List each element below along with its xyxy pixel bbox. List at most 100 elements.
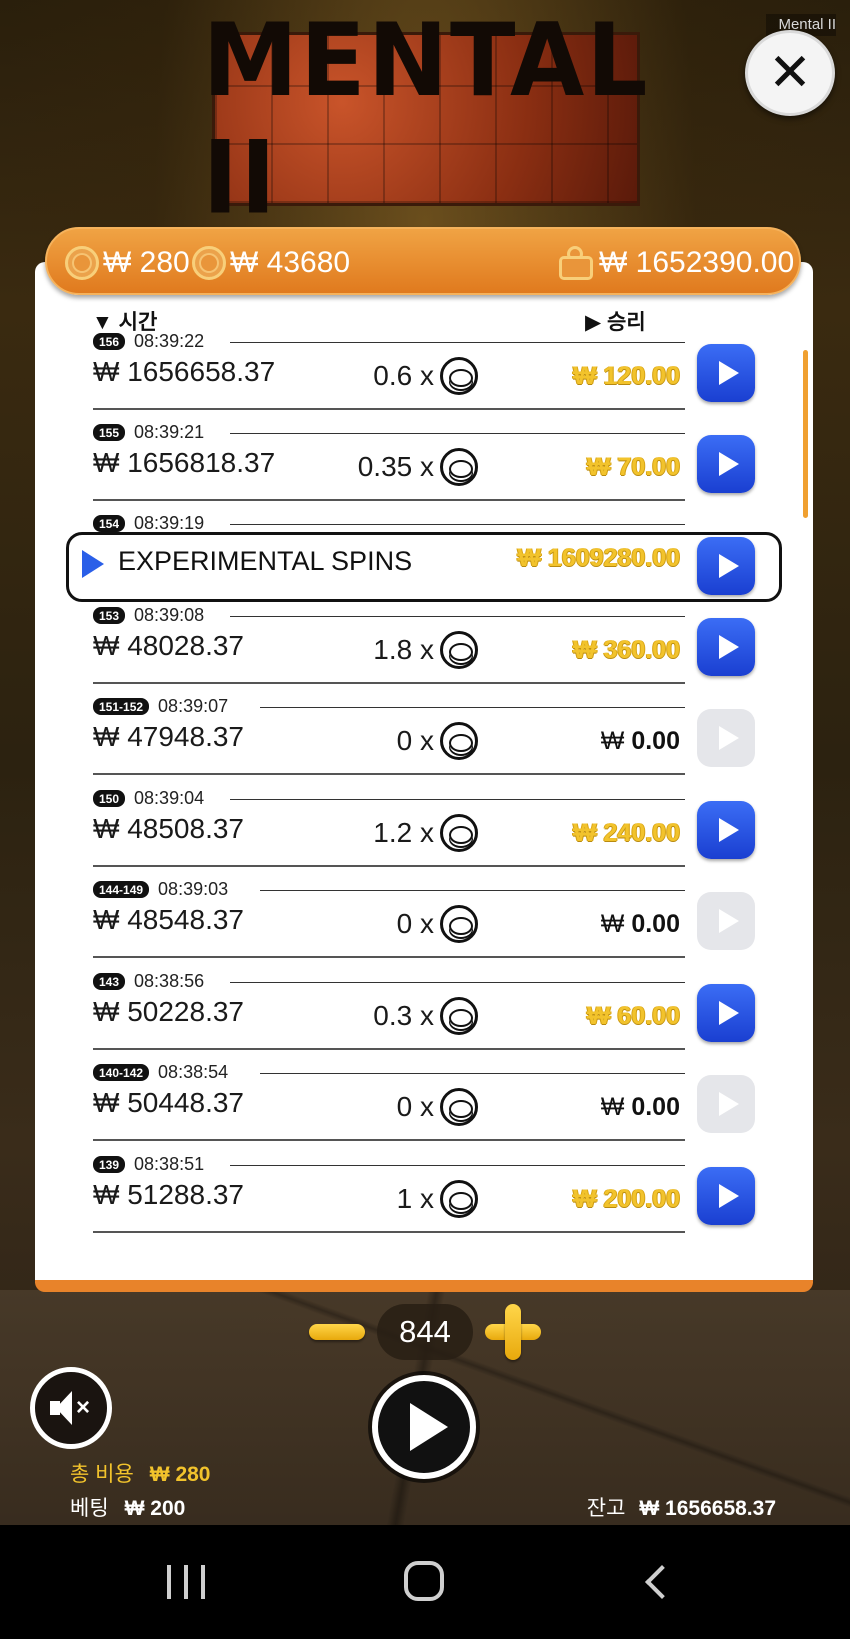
timestamp: 08:39:22 bbox=[134, 330, 205, 351]
row-win: ₩ 240.00 bbox=[572, 819, 680, 847]
play-icon bbox=[718, 554, 739, 578]
multiplier-value: 0.35 x bbox=[357, 451, 434, 482]
divider bbox=[93, 1139, 685, 1141]
row-multiplier: 0.6 x bbox=[300, 356, 478, 396]
back-icon[interactable] bbox=[645, 1565, 679, 1599]
round-meta: 153 08:39:08 bbox=[93, 604, 204, 626]
balance-label: 잔고 bbox=[586, 1497, 626, 1520]
play-icon bbox=[718, 818, 739, 842]
round-meta: 139 08:38:51 bbox=[93, 1153, 204, 1175]
divider bbox=[93, 1048, 685, 1050]
round-badge: 143 bbox=[93, 972, 126, 990]
divider bbox=[260, 707, 685, 708]
history-row: 140-142 08:38:54 ₩ 50448.37 0 x ₩ 0.00 bbox=[0, 1061, 850, 1157]
row-multiplier: 0 x bbox=[300, 721, 478, 761]
row-balance: ₩ 48548.37 bbox=[93, 904, 244, 935]
home-icon[interactable] bbox=[404, 1561, 444, 1601]
row-multiplier: 0.35 x bbox=[300, 447, 478, 487]
coin-value: ₩ 43680 bbox=[230, 246, 351, 280]
history-row: 153 08:39:08 ₩ 48028.37 1.8 x ₩ 360.00 bbox=[0, 604, 850, 700]
coin-icon bbox=[192, 246, 226, 281]
replay-button[interactable] bbox=[697, 801, 755, 859]
row-win: ₩ 70.00 bbox=[586, 453, 680, 481]
row-win: ₩ 0.00 bbox=[460, 1087, 680, 1127]
win-currency: ₩ bbox=[600, 1093, 625, 1121]
divider bbox=[93, 682, 685, 684]
round-meta: 143 08:38:56 bbox=[93, 970, 204, 992]
replay-button[interactable] bbox=[697, 984, 755, 1042]
round-meta: 154 08:39:19 bbox=[93, 512, 204, 534]
speaker-mute-icon: × bbox=[48, 1391, 94, 1425]
replay-button[interactable] bbox=[697, 618, 755, 676]
round-meta: 150 08:39:04 bbox=[93, 787, 204, 809]
replay-button[interactable] bbox=[697, 537, 755, 595]
play-icon bbox=[410, 1403, 448, 1451]
close-icon: ✕ bbox=[768, 44, 812, 102]
coin-icon bbox=[65, 246, 99, 281]
multiplier-value: 0 x bbox=[396, 725, 434, 756]
row-multiplier: 1 x bbox=[300, 1179, 478, 1219]
round-badge: 154 bbox=[93, 514, 126, 532]
spin-count-stepper: 844 bbox=[305, 1300, 545, 1364]
multiplier-value: 0 x bbox=[396, 1091, 434, 1122]
experimental-spins-label: EXPERIMENTAL SPINS bbox=[118, 546, 413, 576]
divider bbox=[93, 499, 685, 501]
bet-value: ₩ 200 bbox=[124, 1497, 186, 1520]
multiplier-value: 1.8 x bbox=[373, 634, 434, 665]
spin-button[interactable] bbox=[372, 1375, 476, 1479]
replay-button bbox=[697, 892, 755, 950]
timestamp: 08:39:03 bbox=[158, 878, 229, 899]
replay-button bbox=[697, 1075, 755, 1133]
round-meta: 144-149 08:39:03 bbox=[93, 878, 228, 900]
timestamp: 08:38:56 bbox=[134, 970, 205, 991]
multiplier-value: 0 x bbox=[396, 908, 434, 939]
play-icon bbox=[718, 452, 739, 476]
row-win: ₩ 0.00 bbox=[460, 904, 680, 944]
bet-label: 베팅 bbox=[70, 1497, 109, 1520]
row-balance: ₩ 51288.37 bbox=[93, 1179, 244, 1210]
play-icon bbox=[718, 1001, 739, 1025]
row-multiplier: 1.2 x bbox=[300, 813, 478, 853]
replay-button[interactable] bbox=[697, 435, 755, 493]
divider bbox=[230, 1165, 685, 1166]
round-badge: 156 bbox=[93, 332, 126, 350]
close-button[interactable]: ✕ bbox=[745, 30, 835, 116]
round-badge: 140-142 bbox=[93, 1063, 150, 1081]
plus-icon[interactable] bbox=[505, 1304, 521, 1360]
timestamp: 08:39:21 bbox=[134, 421, 205, 442]
history-row: 139 08:38:51 ₩ 51288.37 1 x ₩ 200.00 bbox=[0, 1153, 850, 1249]
play-icon bbox=[82, 550, 104, 578]
divider bbox=[230, 616, 685, 617]
history-row: 143 08:38:56 ₩ 50228.37 0.3 x ₩ 60.00 bbox=[0, 970, 850, 1066]
divider bbox=[230, 342, 685, 343]
row-multiplier: 0.3 x bbox=[300, 996, 478, 1036]
win-currency: ₩ bbox=[600, 727, 625, 755]
row-balance: ₩ 48508.37 bbox=[93, 813, 244, 844]
row-win: ₩ 1609280.00 bbox=[517, 544, 680, 572]
mute-button[interactable]: × bbox=[30, 1367, 112, 1449]
timestamp: 08:38:51 bbox=[134, 1153, 205, 1174]
row-balance: ₩ 50228.37 bbox=[93, 996, 244, 1027]
round-meta: 156 08:39:22 bbox=[93, 330, 204, 352]
wallet-balance: ₩ 1652390.00 bbox=[599, 246, 795, 280]
logo-text: MENTAL II bbox=[202, 1, 650, 237]
play-icon bbox=[718, 1092, 739, 1116]
history-row: 144-149 08:39:03 ₩ 48548.37 0 x ₩ 0.00 bbox=[0, 878, 850, 974]
replay-button[interactable] bbox=[697, 344, 755, 402]
row-win: ₩ 360.00 bbox=[572, 636, 680, 664]
decrease-button[interactable] bbox=[309, 1324, 365, 1340]
total-cost: 총 비용 ₩ 280 bbox=[70, 1458, 211, 1488]
row-balance: ₩ 48028.37 bbox=[93, 630, 244, 661]
coin-value-display: ₩ 43680 bbox=[192, 243, 350, 281]
round-badge: 150 bbox=[93, 789, 126, 807]
win-currency: ₩ bbox=[600, 910, 625, 938]
replay-button[interactable] bbox=[697, 1167, 755, 1225]
round-badge: 153 bbox=[93, 606, 126, 624]
play-icon bbox=[718, 635, 739, 659]
game-logo: MENTAL II bbox=[203, 1, 648, 236]
timestamp: 08:39:04 bbox=[134, 787, 205, 808]
recent-apps-icon[interactable] bbox=[167, 1565, 205, 1599]
history-row: 151-152 08:39:07 ₩ 47948.37 0 x ₩ 0.00 bbox=[0, 695, 850, 791]
multiplier-value: 1 x bbox=[396, 1183, 434, 1214]
row-win: ₩ 60.00 bbox=[586, 1002, 680, 1030]
